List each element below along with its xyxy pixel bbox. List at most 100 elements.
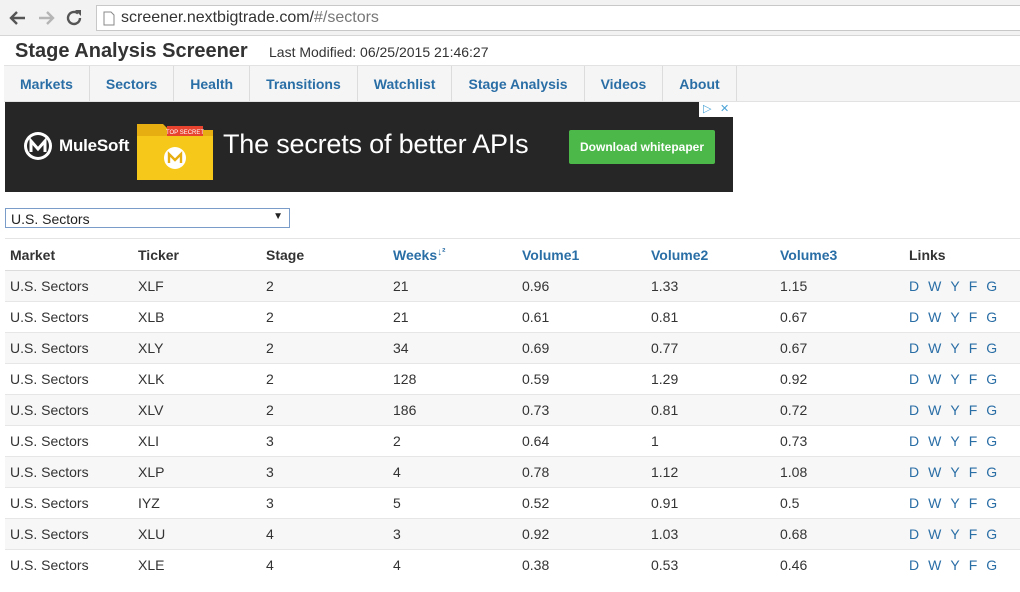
chart-link[interactable]: F: [969, 464, 978, 480]
address-bar[interactable]: screener.nextbigtrade.com/#/sectors: [96, 5, 1020, 31]
chart-link[interactable]: Y: [950, 526, 959, 542]
ad-banner[interactable]: MuleSoft TOP SECRET The secrets of bette…: [5, 102, 733, 192]
chart-link[interactable]: W: [928, 340, 941, 356]
cell-market: U.S. Sectors: [5, 456, 133, 488]
cell-volume1: 0.78: [517, 456, 646, 488]
table-row: U.S. Sectors XLU 4 3 0.92 1.03 0.68 D W Y F G: [5, 518, 1020, 550]
col-ticker: Ticker: [133, 238, 261, 271]
chart-link[interactable]: W: [928, 557, 941, 573]
chart-link[interactable]: F: [969, 340, 978, 356]
cell-volume1: 0.61: [517, 301, 646, 333]
chart-link[interactable]: G: [986, 433, 997, 449]
chart-link[interactable]: W: [928, 371, 941, 387]
main-nav: Markets Sectors Health Transitions Watch…: [4, 65, 1020, 102]
adchoices-icon[interactable]: ▷ ✕: [699, 102, 733, 117]
col-volume2[interactable]: Volume2: [646, 238, 775, 271]
table-body: U.S. Sectors XLF 2 21 0.96 1.33 1.15 D W Y F G U.S. …: [5, 270, 1020, 580]
cell-volume3: 0.92: [775, 363, 904, 395]
chart-link[interactable]: F: [969, 371, 978, 387]
chart-link[interactable]: G: [986, 278, 997, 294]
chart-link[interactable]: G: [986, 464, 997, 480]
forward-arrow-icon[interactable]: [36, 8, 56, 28]
tab-health[interactable]: Health: [174, 66, 251, 101]
chart-link[interactable]: D: [909, 309, 919, 325]
col-market: Market: [5, 238, 133, 271]
reload-icon[interactable]: [64, 8, 84, 28]
chart-link[interactable]: Y: [950, 433, 959, 449]
chart-link[interactable]: G: [986, 526, 997, 542]
cell-links: DWYFG: [904, 363, 1020, 395]
col-volume3[interactable]: Volume3: [775, 238, 904, 271]
cell-volume2: 1.03: [646, 518, 775, 550]
chart-link[interactable]: D: [909, 495, 919, 511]
cell-stage: 2: [261, 301, 388, 333]
chart-link[interactable]: Y: [950, 464, 959, 480]
chart-link[interactable]: W: [928, 495, 941, 511]
chart-link[interactable]: G: [986, 402, 997, 418]
tab-markets[interactable]: Markets: [4, 66, 90, 101]
chart-link[interactable]: G: [986, 340, 997, 356]
chart-link[interactable]: D: [909, 371, 919, 387]
ad-cta-button[interactable]: Download whitepaper: [569, 130, 715, 164]
table-row: U.S. Sectors XLY 2 34 0.69 0.77 0.67 D W Y F G: [5, 332, 1020, 364]
col-weeks[interactable]: Weeks↓²: [388, 238, 517, 271]
chart-link[interactable]: G: [986, 495, 997, 511]
chart-link[interactable]: F: [969, 557, 978, 573]
chart-link[interactable]: D: [909, 402, 919, 418]
cell-ticker: XLE: [133, 549, 261, 580]
cell-volume1: 0.52: [517, 487, 646, 519]
cell-volume3: 1.15: [775, 270, 904, 302]
chart-link[interactable]: W: [928, 309, 941, 325]
cell-ticker: XLV: [133, 394, 261, 426]
chart-link[interactable]: D: [909, 557, 919, 573]
chart-link[interactable]: Y: [950, 278, 959, 294]
cell-links: DWYFG: [904, 456, 1020, 488]
market-select[interactable]: U.S. Sectors ▼: [5, 208, 290, 228]
cell-links: DWYFG: [904, 518, 1020, 550]
chart-link[interactable]: Y: [950, 557, 959, 573]
chart-link[interactable]: D: [909, 464, 919, 480]
chart-link[interactable]: D: [909, 278, 919, 294]
chart-link[interactable]: G: [986, 557, 997, 573]
chart-link[interactable]: F: [969, 278, 978, 294]
dropdown-arrow-icon: ▼: [273, 211, 283, 222]
chart-link[interactable]: D: [909, 433, 919, 449]
chart-link[interactable]: D: [909, 526, 919, 542]
cell-weeks: 4: [388, 456, 517, 488]
cell-market: U.S. Sectors: [5, 425, 133, 457]
chart-link[interactable]: Y: [950, 371, 959, 387]
col-volume1[interactable]: Volume1: [517, 238, 646, 271]
chart-link[interactable]: W: [928, 464, 941, 480]
chart-link[interactable]: F: [969, 526, 978, 542]
chart-link[interactable]: Y: [950, 340, 959, 356]
tab-about[interactable]: About: [663, 66, 737, 101]
cell-ticker: XLK: [133, 363, 261, 395]
cell-volume1: 0.38: [517, 549, 646, 580]
chart-link[interactable]: W: [928, 278, 941, 294]
cell-ticker: XLF: [133, 270, 261, 302]
tab-transitions[interactable]: Transitions: [250, 66, 358, 101]
chart-link[interactable]: F: [969, 495, 978, 511]
chart-link[interactable]: W: [928, 433, 941, 449]
chart-link[interactable]: G: [986, 309, 997, 325]
cell-market: U.S. Sectors: [5, 270, 133, 302]
cell-links: DWYFG: [904, 301, 1020, 333]
chart-link[interactable]: G: [986, 371, 997, 387]
chart-link[interactable]: Y: [950, 402, 959, 418]
cell-weeks: 3: [388, 518, 517, 550]
tab-videos[interactable]: Videos: [585, 66, 664, 101]
chart-link[interactable]: F: [969, 309, 978, 325]
chart-link[interactable]: W: [928, 402, 941, 418]
chart-link[interactable]: F: [969, 433, 978, 449]
chart-link[interactable]: Y: [950, 309, 959, 325]
chart-link[interactable]: Y: [950, 495, 959, 511]
tab-stage-analysis[interactable]: Stage Analysis: [452, 66, 585, 101]
chart-link[interactable]: D: [909, 340, 919, 356]
cell-market: U.S. Sectors: [5, 363, 133, 395]
chart-link[interactable]: F: [969, 402, 978, 418]
back-arrow-icon[interactable]: [8, 8, 28, 28]
tab-watchlist[interactable]: Watchlist: [358, 66, 453, 101]
chart-link[interactable]: W: [928, 526, 941, 542]
ad-close-icon[interactable]: ✕: [720, 102, 729, 116]
tab-sectors[interactable]: Sectors: [90, 66, 175, 101]
